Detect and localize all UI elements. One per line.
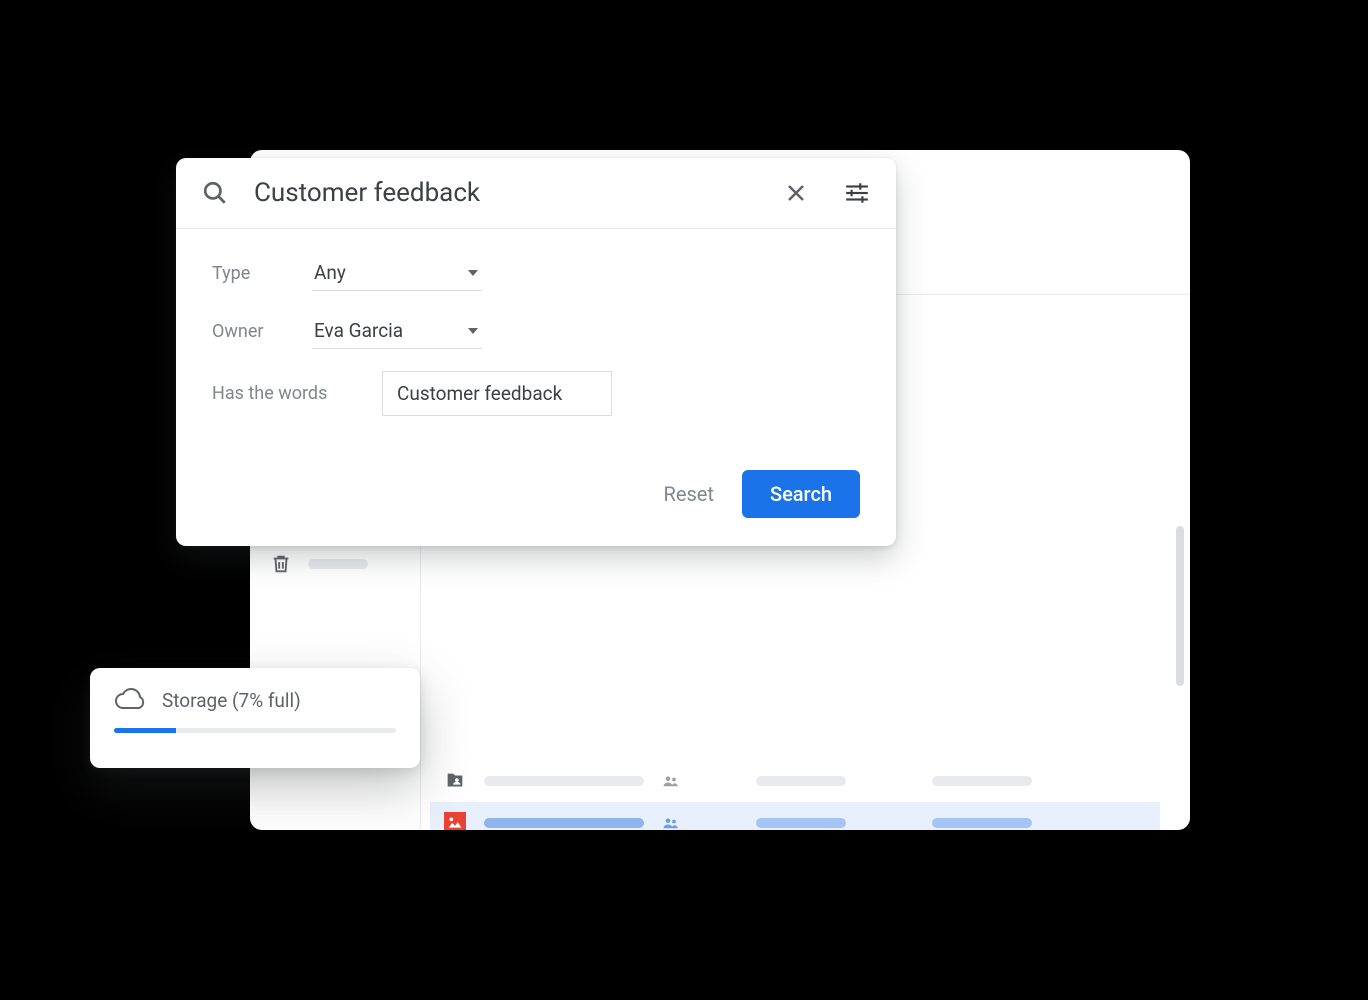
close-icon[interactable]	[784, 181, 808, 205]
file-row[interactable]	[430, 760, 1160, 802]
storage-row: Storage (7% full)	[114, 688, 396, 712]
people-icon	[662, 816, 680, 830]
scrollbar[interactable]	[1176, 526, 1184, 686]
trash-icon	[270, 553, 292, 575]
filter-label-words: Has the words	[212, 383, 382, 404]
people-icon	[662, 774, 680, 788]
storage-label: Storage (7% full)	[162, 689, 301, 712]
file-list	[430, 760, 1160, 830]
filter-row-words: Has the words	[212, 371, 860, 416]
file-meta-placeholder	[932, 776, 1032, 786]
image-file-icon	[444, 812, 466, 830]
search-actions: Reset Search	[176, 456, 896, 546]
reset-button[interactable]: Reset	[664, 482, 714, 506]
cloud-icon	[114, 688, 146, 712]
search-button[interactable]: Search	[742, 470, 860, 518]
storage-progress	[114, 728, 396, 733]
type-dropdown-value: Any	[314, 261, 346, 284]
file-meta-placeholder	[756, 776, 846, 786]
search-icon[interactable]	[202, 180, 228, 206]
caret-down-icon	[468, 328, 478, 334]
owner-dropdown[interactable]: Eva Garcia	[312, 313, 482, 349]
file-meta-placeholder	[932, 818, 1032, 828]
owner-dropdown-value: Eva Garcia	[314, 319, 403, 342]
filter-label-owner: Owner	[212, 321, 312, 342]
nav-placeholder	[308, 559, 368, 569]
caret-down-icon	[468, 270, 478, 276]
tune-icon[interactable]	[844, 180, 870, 206]
filter-label-type: Type	[212, 263, 312, 284]
storage-card[interactable]: Storage (7% full)	[90, 668, 420, 768]
has-words-input[interactable]	[382, 371, 612, 416]
filter-row-owner: Owner Eva Garcia	[212, 313, 860, 349]
folder-shared-icon	[444, 770, 466, 792]
file-row-selected[interactable]	[430, 802, 1160, 830]
sidebar-item-trash[interactable]	[270, 553, 400, 575]
file-name-placeholder	[484, 818, 644, 828]
search-header: Customer feedback	[176, 158, 896, 229]
search-panel: Customer feedback Type Any Owner Eva Gar…	[176, 158, 896, 546]
file-name-placeholder	[484, 776, 644, 786]
search-body: Type Any Owner Eva Garcia Has the words	[176, 229, 896, 456]
storage-fill	[114, 728, 176, 733]
filter-row-type: Type Any	[212, 255, 860, 291]
file-meta-placeholder	[756, 818, 846, 828]
type-dropdown[interactable]: Any	[312, 255, 482, 291]
search-query[interactable]: Customer feedback	[254, 178, 758, 208]
